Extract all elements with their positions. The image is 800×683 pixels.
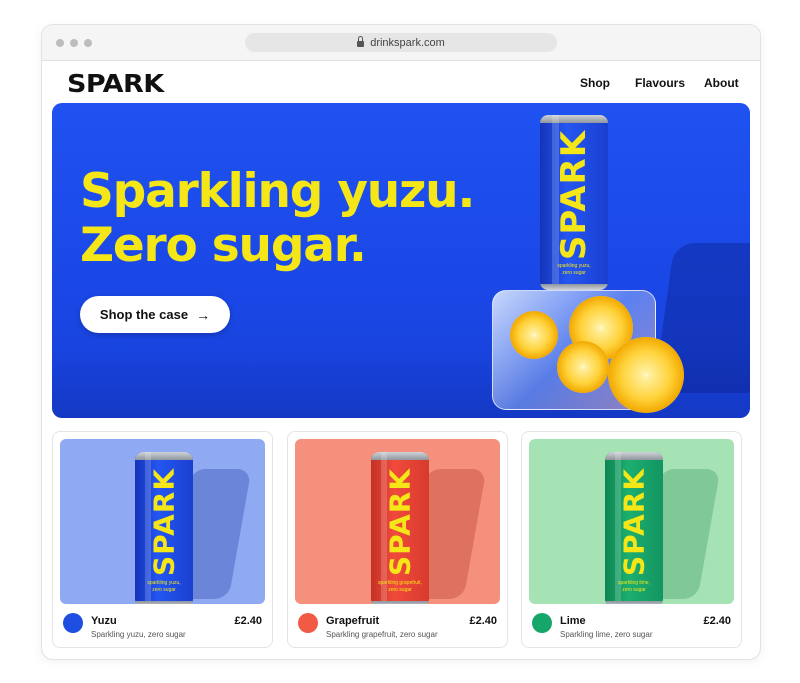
can-brand-text: SPARK (617, 467, 651, 576)
flavour-swatch (298, 613, 318, 633)
nav-link-flavours[interactable]: Flavours (635, 76, 685, 90)
window-close-dot[interactable] (56, 39, 64, 47)
flavour-swatch (532, 613, 552, 633)
product-card-grapefruit[interactable]: SPARK sparkling grapefruit, zero sugar G… (287, 431, 508, 648)
product-card-yuzu[interactable]: SPARK sparkling yuzu, zero sugar Yuzu Sp… (52, 431, 273, 648)
can-sub-line2: zero sugar (388, 587, 412, 593)
product-name[interactable]: Lime (560, 615, 586, 627)
product-image[interactable]: SPARK sparkling grapefruit, zero sugar (295, 439, 500, 604)
arrow-right-icon: → (196, 306, 211, 323)
product-description: Sparkling lime, zero sugar (560, 630, 653, 639)
hero-headline-line1: Sparkling yuzu. (80, 164, 475, 219)
can-sub-line1: sparkling yuzu, (557, 263, 591, 269)
address-bar-url: drinkspark.com (370, 36, 445, 49)
nav-link-about[interactable]: About (704, 76, 739, 90)
hero-headline: Sparkling yuzu. Zero sugar. (80, 164, 475, 273)
product-description: Sparkling yuzu, zero sugar (91, 630, 186, 639)
product-can-image: SPARK sparkling grapefruit, zero sugar (371, 452, 429, 604)
product-name[interactable]: Yuzu (91, 615, 117, 627)
product-description: Sparkling grapefruit, zero sugar (326, 630, 438, 639)
lemon-slice-image (557, 341, 609, 393)
nav-link-shop[interactable]: Shop (580, 76, 610, 90)
site-header: SPARK Shop Flavours About (42, 61, 760, 103)
product-card-lime[interactable]: SPARK sparkling lime, zero sugar Lime Sp… (521, 431, 742, 648)
can-sub-line1: sparkling lime, (618, 580, 650, 586)
product-image[interactable]: SPARK sparkling lime, zero sugar (529, 439, 734, 604)
lock-icon (357, 36, 365, 47)
product-image[interactable]: SPARK sparkling yuzu, zero sugar (60, 439, 265, 604)
product-price: £2.40 (469, 615, 497, 627)
product-can-image: SPARK sparkling lime, zero sugar (605, 452, 663, 604)
product-price: £2.40 (234, 615, 262, 627)
shop-the-case-button[interactable]: Shop the case → (80, 296, 230, 333)
product-name[interactable]: Grapefruit (326, 615, 379, 627)
window-maximize-dot[interactable] (84, 39, 92, 47)
window-minimize-dot[interactable] (70, 39, 78, 47)
hero-can-image: SPARK sparkling yuzu, zero sugar (540, 115, 608, 290)
can-brand-text: SPARK (147, 467, 181, 576)
product-price: £2.40 (703, 615, 731, 627)
can-sub-line1: sparkling grapefruit, (378, 580, 422, 586)
lemon-half-image (608, 337, 684, 413)
cta-label: Shop the case (99, 307, 189, 322)
can-sub-line2: zero sugar (562, 270, 586, 276)
site-logo[interactable]: SPARK (67, 69, 164, 98)
address-bar[interactable]: drinkspark.com (245, 33, 557, 52)
can-sub-line1: sparkling yuzu, (147, 580, 181, 586)
flavour-swatch (63, 613, 83, 633)
browser-window: drinkspark.com SPARK Shop Flavours About… (41, 24, 761, 660)
can-sub-line2: zero sugar (622, 587, 646, 593)
browser-titlebar: drinkspark.com (42, 25, 760, 61)
can-brand-text: SPARK (554, 129, 594, 260)
can-sub-line2: zero sugar (152, 587, 176, 593)
can-brand-text: SPARK (383, 467, 417, 576)
product-can-image: SPARK sparkling yuzu, zero sugar (135, 452, 193, 604)
lemon-slice-image (510, 311, 558, 359)
hero-banner: Sparkling yuzu. Zero sugar. Shop the cas… (52, 103, 750, 418)
hero-headline-line2: Zero sugar. (80, 218, 367, 273)
